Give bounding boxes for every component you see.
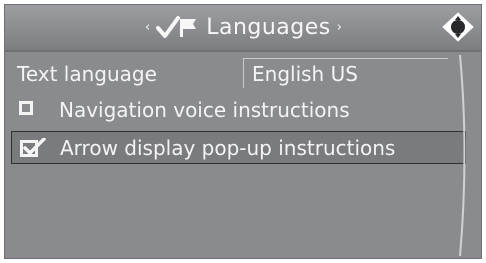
languages-screen: ‹ Languages › Text language English US N… [4, 4, 482, 259]
text-language-value: English US [252, 62, 358, 86]
scrollbar[interactable] [457, 53, 471, 258]
navigation-voice-row[interactable]: Navigation voice instructions [13, 96, 453, 124]
previous-arrow-icon[interactable]: ‹ [145, 20, 150, 35]
page-title: Languages [206, 14, 331, 40]
check-flag-icon [156, 16, 197, 38]
text-language-value-box[interactable]: English US [243, 58, 448, 88]
header-bar: ‹ Languages › [5, 5, 481, 52]
text-language-label: Text language [17, 62, 157, 86]
next-arrow-icon[interactable]: › [337, 20, 342, 35]
navigation-voice-checkbox[interactable] [19, 101, 33, 115]
header-title-group: ‹ Languages › [145, 11, 342, 43]
arrow-display-label: Arrow display pop-up instructions [60, 136, 396, 160]
navigation-voice-label: Navigation voice instructions [59, 98, 350, 122]
arrow-display-row[interactable]: Arrow display pop-up instructions [11, 131, 466, 164]
controller-knob-icon[interactable] [441, 11, 475, 43]
text-language-row[interactable]: Text language English US [13, 57, 453, 91]
arrow-display-checkbox[interactable] [20, 138, 46, 158]
